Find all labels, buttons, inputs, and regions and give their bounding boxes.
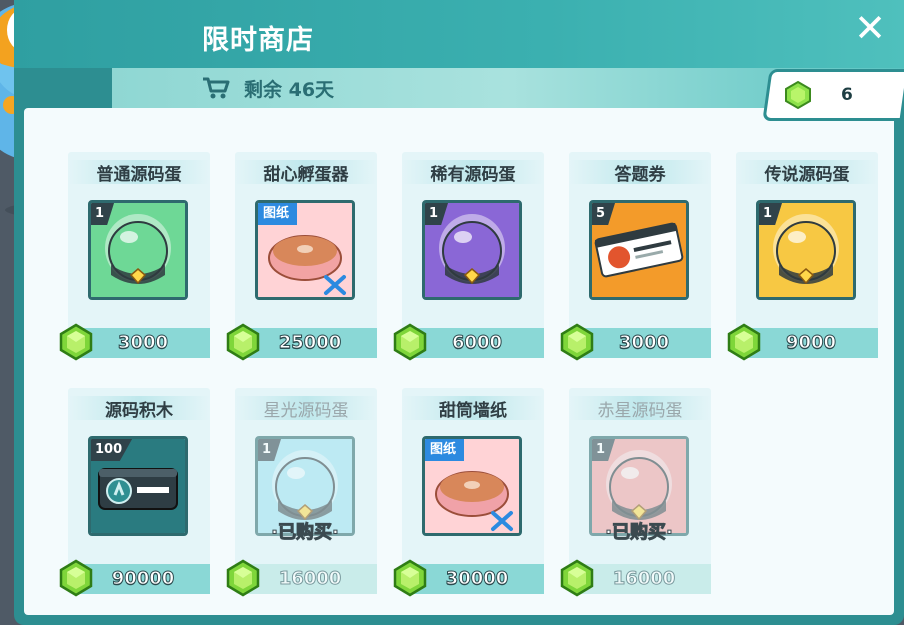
remaining-time: 剩余 46天	[202, 74, 334, 102]
currency-display: 6	[762, 69, 904, 121]
purchased-label: ·已购买·	[605, 522, 674, 544]
item-price: 90000	[111, 568, 175, 590]
item-price: 16000	[612, 568, 676, 590]
shop-item-card[interactable]: 星光源码蛋 1 ·已购买· 16000	[226, 388, 377, 597]
item-name: 稀有源码蛋	[430, 165, 516, 185]
dialog-header	[14, 0, 904, 68]
item-name: 甜心孵蛋器	[263, 165, 349, 185]
item-name: 甜筒墙纸	[439, 401, 507, 421]
page-title: 限时商店	[202, 25, 314, 56]
green-gem-icon	[785, 80, 811, 110]
currency-value: 6	[841, 85, 853, 105]
item-name: 传说源码蛋	[764, 165, 850, 185]
shop-item-card[interactable]: 甜心孵蛋器图纸 25000	[226, 152, 377, 361]
blueprint-tag: 图纸	[425, 439, 465, 461]
item-icon: 图纸	[255, 200, 355, 300]
item-price: 3000	[618, 332, 670, 354]
blueprint-tag: 图纸	[258, 203, 298, 225]
shop-item-card[interactable]: 传说源码蛋 1 9000	[727, 152, 878, 361]
remaining-text: 剩余 46天	[244, 78, 335, 101]
item-icon: 1	[756, 200, 856, 300]
item-price: 16000	[278, 568, 342, 590]
shop-item-card[interactable]: 甜筒墙纸图纸 30000	[393, 388, 544, 597]
item-name: 普通源码蛋	[96, 165, 182, 185]
item-price: 9000	[785, 332, 837, 354]
cart-icon	[203, 77, 230, 99]
item-name: 源码积木	[105, 401, 173, 421]
item-name: 赤星源码蛋	[597, 401, 683, 421]
item-icon: 图纸	[422, 436, 522, 536]
item-icon: 1	[422, 200, 522, 300]
item-price: 25000	[278, 332, 342, 354]
purchased-label: ·已购买·	[271, 522, 340, 544]
item-icon: 1	[88, 200, 188, 300]
shop-item-card[interactable]: 源码积木 100 90000	[59, 388, 210, 597]
item-icon: 100	[88, 436, 188, 536]
item-name: 星光源码蛋	[263, 401, 349, 421]
item-price: 3000	[117, 332, 169, 354]
shop-item-card[interactable]: 赤星源码蛋 1 ·已购买· 16000	[560, 388, 711, 597]
shop-item-card[interactable]: 普通源码蛋 1 3000	[59, 152, 210, 361]
item-icon: 5	[589, 200, 689, 300]
close-button[interactable]: ✕	[852, 9, 888, 47]
shop-item-card[interactable]: 稀有源码蛋 1 6000	[393, 152, 544, 361]
item-price: 6000	[451, 332, 503, 354]
item-name: 答题券	[614, 165, 666, 185]
shop-item-card[interactable]: 答题券 5 3000	[560, 152, 711, 361]
item-price: 30000	[445, 568, 509, 590]
